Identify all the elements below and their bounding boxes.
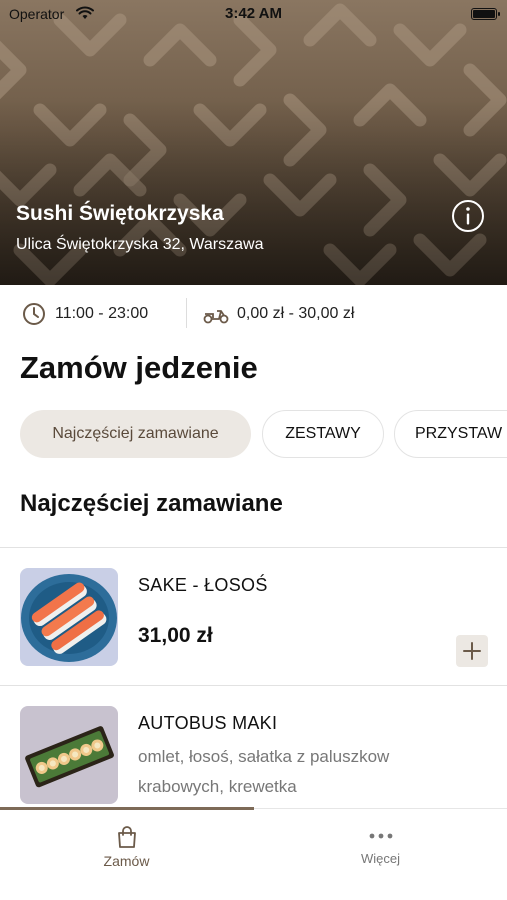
tab-bar: Zamów Więcej <box>0 807 507 900</box>
item-image <box>20 568 118 666</box>
category-chip-sets[interactable]: ZESTAWY <box>262 410 384 458</box>
status-bar: Operator 3:42 AM <box>0 0 507 28</box>
clock-icon <box>23 303 45 325</box>
opening-hours: 11:00 - 23:00 <box>55 305 149 322</box>
status-time: 3:42 AM <box>225 5 282 22</box>
item-image <box>20 706 118 804</box>
scooter-icon <box>203 310 229 324</box>
restaurant-info-row: 11:00 - 23:00 0,00 zł - 30,00 zł <box>0 296 507 332</box>
battery-icon <box>471 8 500 20</box>
menu-item[interactable]: SAKE - ŁOSOŚ 31,00 zł <box>0 548 507 686</box>
tab-more[interactable]: Więcej <box>254 809 507 879</box>
plus-icon <box>463 642 481 660</box>
section-title: Najczęściej zamawiane <box>20 490 283 517</box>
item-name: AUTOBUS MAKI <box>138 713 278 733</box>
divider <box>186 298 187 328</box>
bag-icon <box>118 826 136 848</box>
add-to-cart-button[interactable] <box>456 635 488 667</box>
info-icon <box>466 207 470 225</box>
item-price: 31,00 zł <box>138 624 213 647</box>
tab-label: Więcej <box>360 851 400 866</box>
menu-item[interactable]: AUTOBUS MAKI omlet, łosoś, sałatka z pal… <box>0 686 507 824</box>
item-description: omlet, łosoś, sałatka z paluszkow krabow… <box>138 747 390 796</box>
tab-label: Zamów <box>103 853 150 869</box>
category-chips: Najczęściej zamawiane ZESTAWY PRZYSTAW <box>0 410 507 460</box>
more-dots-icon <box>369 833 393 839</box>
restaurant-address: Ulica Świętokrzyska 32, Warszawa <box>16 236 264 253</box>
restaurant-name: Sushi Świętokrzyska <box>16 202 224 225</box>
tab-order[interactable]: Zamów <box>0 809 253 879</box>
category-chip-most-ordered[interactable]: Najczęściej zamawiane <box>20 410 251 458</box>
item-name: SAKE - ŁOSOŚ <box>138 575 268 595</box>
category-chip-appetizers[interactable]: PRZYSTAW <box>394 410 507 458</box>
info-button[interactable] <box>452 200 484 232</box>
page-title: Zamów jedzenie <box>20 350 258 385</box>
delivery-price-range: 0,00 zł - 30,00 zł <box>237 305 355 322</box>
